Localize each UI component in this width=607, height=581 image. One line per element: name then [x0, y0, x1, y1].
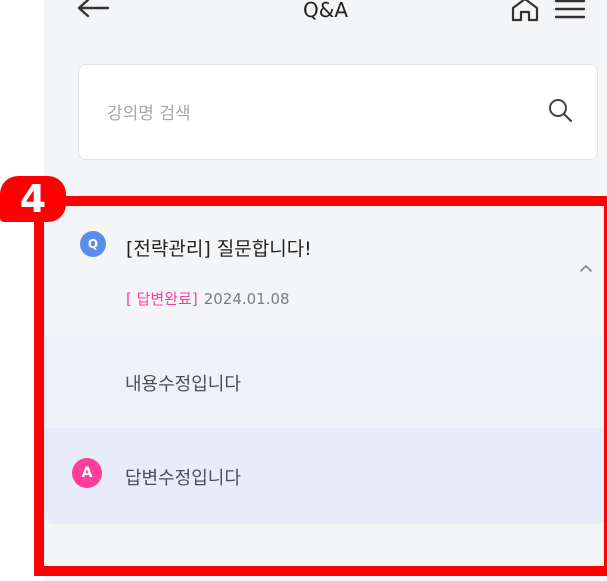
- search-placeholder: 강의명 검색: [107, 104, 191, 124]
- status-badge: [ 답변완료]: [126, 290, 198, 308]
- question-date: 2024.01.08: [203, 290, 290, 308]
- step-number-badge: 4: [0, 176, 66, 222]
- answer-badge: A: [72, 458, 102, 488]
- question-content: 내용수정입니다: [44, 336, 607, 428]
- question-title: [전략관리] 질문합니다!: [126, 238, 312, 260]
- menu-icon[interactable]: [554, 0, 586, 20]
- search-input[interactable]: 강의명 검색: [78, 64, 598, 160]
- question-badge: Q: [80, 231, 106, 257]
- top-header: Q&A: [44, 0, 607, 30]
- qa-item: Q [전략관리] 질문합니다! [ 답변완료] 2024.01.08 내용수정입니…: [44, 206, 607, 581]
- list-spacer: [44, 524, 607, 581]
- question-meta: [ 답변완료] 2024.01.08: [126, 288, 290, 309]
- search-icon[interactable]: [547, 97, 573, 123]
- home-icon[interactable]: [510, 0, 540, 22]
- answer-block: A 답변수정입니다: [44, 428, 607, 524]
- question-header[interactable]: Q [전략관리] 질문합니다! [ 답변완료] 2024.01.08: [44, 206, 607, 336]
- chevron-up-icon[interactable]: [578, 262, 594, 274]
- question-content-text: 내용수정입니다: [125, 374, 241, 395]
- answer-text: 답변수정입니다: [125, 468, 241, 489]
- qa-screen: Q&A 강의명 검색 Q [전략관리] 질문합니다! [ 답변완료] 2024.0…: [0, 0, 607, 581]
